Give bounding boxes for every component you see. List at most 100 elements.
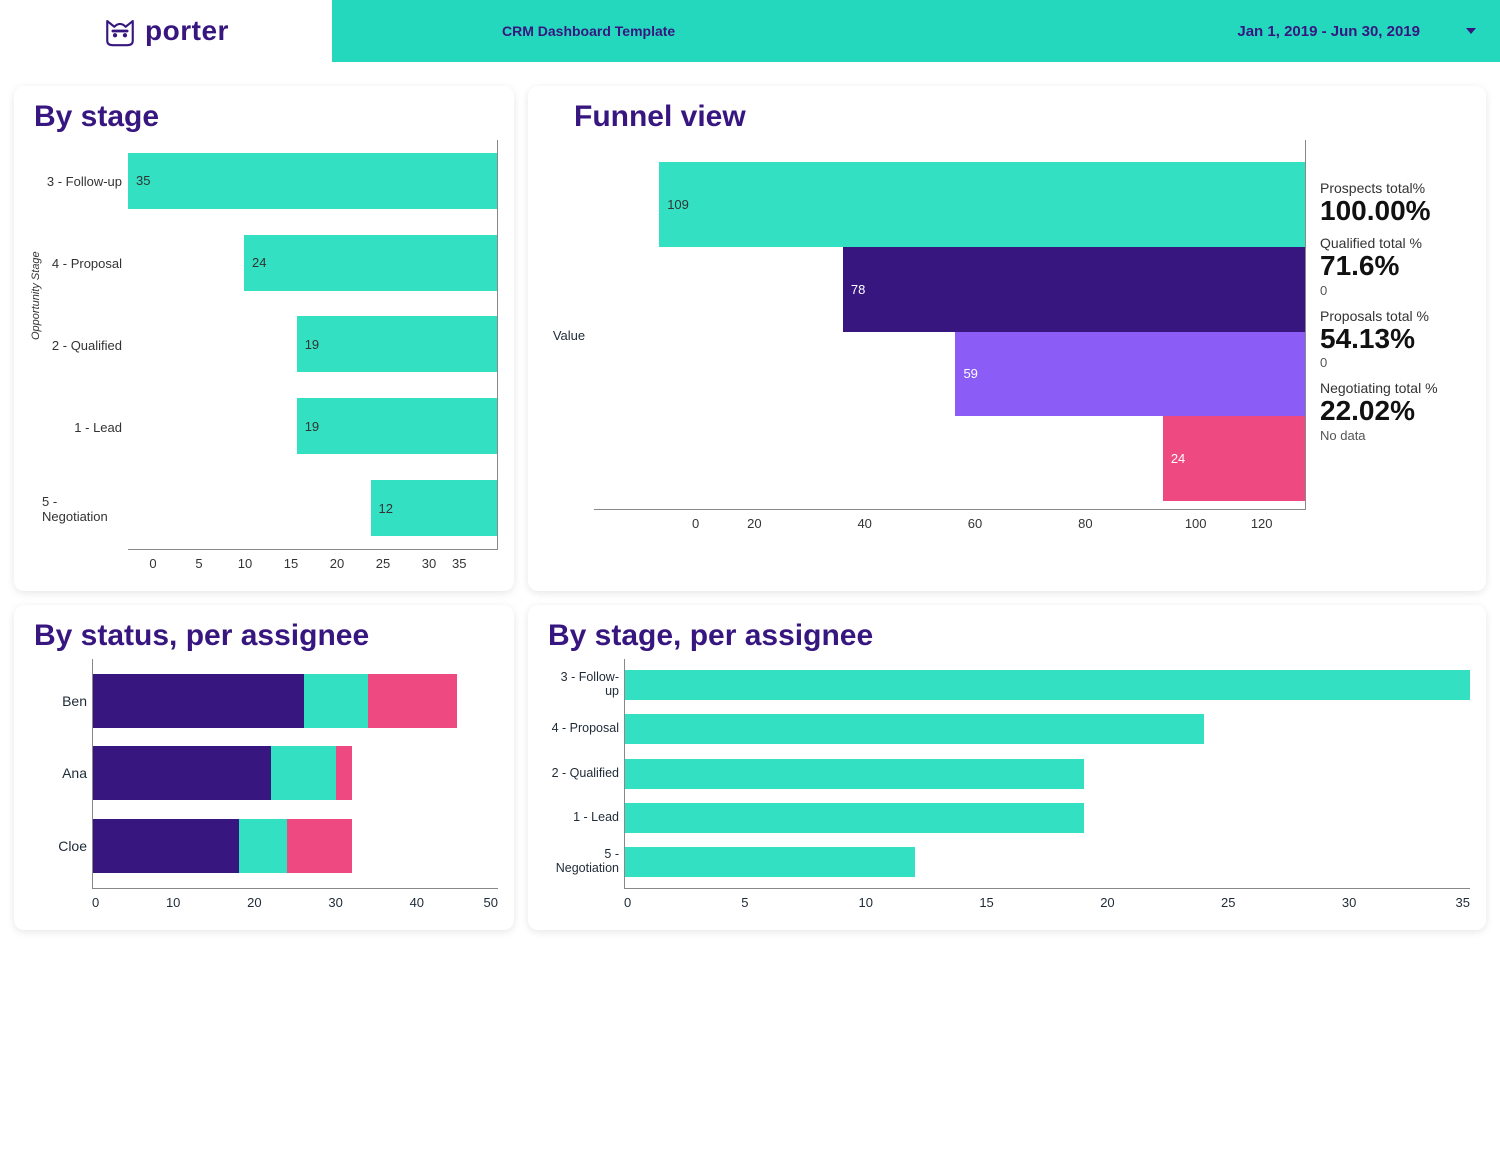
card-title: Funnel view [574, 100, 1470, 134]
category-label: 3 - Follow-up [547, 671, 619, 699]
metric-subtext: 0 [1320, 355, 1470, 370]
category-label: 1 - Lead [42, 386, 128, 468]
page-title: CRM Dashboard Template [502, 23, 675, 39]
stacked-bar [93, 746, 498, 800]
y-axis-label: Opportunity Stage [30, 140, 42, 571]
metric-subtext: 0 [1320, 283, 1470, 298]
y-axis-label: Value [544, 140, 594, 531]
category-label: Ben [33, 693, 87, 709]
x-axis-ticks: 120100806040200 [594, 516, 1306, 531]
chevron-down-icon [1466, 28, 1476, 34]
funnel-metrics: Prospects total%100.00% Qualified total %… [1320, 140, 1470, 531]
card-by-stage: By stage Opportunity Stage 3 - Follow-up… [14, 86, 514, 591]
card-title: By stage, per assignee [548, 619, 1470, 653]
bar-chart-area: 35 24 19 19 12 [128, 140, 498, 550]
brand-logo[interactable]: porter [103, 14, 229, 48]
x-tick: 30 [295, 895, 376, 910]
bar-segment [239, 819, 288, 873]
metric-label: Negotiating total % [1320, 380, 1470, 396]
x-tick: 80 [1030, 516, 1140, 531]
category-label: Ana [33, 765, 87, 781]
funnel-bar: 109 [659, 162, 1305, 247]
x-tick: 60 [920, 516, 1030, 531]
category-label: 5 - Negotiation [547, 848, 619, 876]
x-tick: 0 [624, 895, 684, 910]
x-tick: 20 [214, 895, 295, 910]
x-tick: 10 [133, 895, 214, 910]
metric-value: 100.00% [1320, 196, 1470, 225]
x-axis-ticks: 05101520253035 [624, 895, 1470, 910]
bar [625, 803, 1084, 833]
x-tick: 10 [805, 895, 926, 910]
x-tick: 10 [222, 556, 268, 571]
y-axis-ticks: 3 - Follow-up4 - Proposal2 - Qualified1 … [42, 140, 128, 550]
bar-segment [287, 819, 352, 873]
bar [625, 759, 1084, 789]
x-tick: 40 [376, 895, 457, 910]
bar [625, 847, 915, 877]
x-tick: 0 [644, 516, 699, 531]
stacked-bar [93, 674, 498, 728]
x-tick: 25 [360, 556, 406, 571]
x-tick: 20 [1047, 895, 1168, 910]
stacked-bar-chart-area: BenAnaCloe [92, 659, 498, 889]
category-label: 5 - Negotiation [42, 468, 128, 550]
logo-box: porter [0, 0, 332, 62]
bar-chart-area: 3 - Follow-up4 - Proposal2 - Qualified1 … [624, 659, 1470, 889]
category-label: 2 - Qualified [547, 767, 619, 781]
x-tick: 40 [810, 516, 920, 531]
x-tick: 25 [1168, 895, 1289, 910]
funnel-chart-area: 109785924 [594, 140, 1306, 510]
bar: 19 [297, 316, 497, 372]
bar-segment [93, 746, 271, 800]
brand-name: porter [145, 15, 229, 47]
bar: 19 [297, 398, 497, 454]
bar [625, 714, 1204, 744]
card-funnel: Funnel view Value 109785924 120100806040… [528, 86, 1486, 591]
x-tick: 5 [684, 895, 805, 910]
metric-value: 71.6% [1320, 251, 1470, 280]
card-by-stage-assignee: By stage, per assignee 3 - Follow-up4 - … [528, 605, 1486, 930]
metric-label: Qualified total % [1320, 235, 1470, 251]
metric-value: 54.13% [1320, 324, 1470, 353]
category-label: 1 - Lead [547, 811, 619, 825]
x-tick: 30 [406, 556, 452, 571]
bar-segment [93, 819, 239, 873]
card-title: By stage [34, 100, 498, 134]
bar-segment [93, 674, 304, 728]
x-axis-ticks: 35302520151050 [128, 556, 498, 571]
metric: Qualified total %71.6% 0 [1320, 235, 1470, 297]
bar: 35 [128, 153, 497, 209]
bar: 24 [244, 235, 497, 291]
x-tick: 20 [699, 516, 809, 531]
x-tick: 5 [176, 556, 222, 571]
x-tick: 35 [452, 556, 498, 571]
x-tick: 20 [314, 556, 360, 571]
category-label: 4 - Proposal [42, 222, 128, 304]
x-tick: 100 [1141, 516, 1251, 531]
bar: 12 [371, 480, 498, 536]
x-axis-ticks: 01020304050 [92, 895, 498, 910]
metric: Negotiating total %22.02% No data [1320, 380, 1470, 442]
x-tick: 50 [457, 895, 498, 910]
metric-subtext: No data [1320, 428, 1470, 443]
bar-segment [336, 746, 352, 800]
category-label: Cloe [33, 838, 87, 854]
x-tick: 15 [926, 895, 1047, 910]
card-title: By status, per assignee [34, 619, 498, 653]
bar-segment [271, 746, 336, 800]
dashboard-grid: By stage Opportunity Stage 3 - Follow-up… [0, 62, 1500, 960]
header-main: CRM Dashboard Template Jan 1, 2019 - Jun… [332, 0, 1500, 62]
date-range-text: Jan 1, 2019 - Jun 30, 2019 [1237, 23, 1420, 40]
x-tick: 0 [92, 895, 133, 910]
metric: Proposals total %54.13%0 [1320, 308, 1470, 370]
x-tick: 0 [130, 556, 176, 571]
bar [625, 670, 1470, 700]
category-label: 4 - Proposal [547, 722, 619, 736]
metric: Prospects total%100.00% [1320, 180, 1470, 225]
bar-segment [304, 674, 369, 728]
funnel-bar: 78 [843, 247, 1305, 332]
stacked-bar [93, 819, 498, 873]
metric-value: 22.02% [1320, 396, 1470, 425]
date-range-picker[interactable]: Jan 1, 2019 - Jun 30, 2019 [1237, 23, 1420, 40]
